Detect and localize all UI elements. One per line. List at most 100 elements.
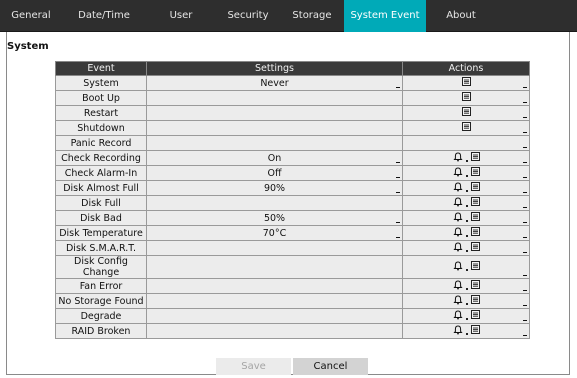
event-name-cell: RAID Broken — [55, 323, 147, 339]
bell-icon — [452, 151, 463, 165]
dropdown-indicator-icon — [523, 147, 527, 148]
system-event-table: Event Settings Actions System Never Boot U… — [55, 61, 530, 339]
event-actions-cell[interactable] — [402, 225, 530, 241]
dropdown-indicator-icon — [523, 237, 527, 238]
event-actions-cell[interactable] — [402, 150, 530, 166]
separator-dot — [465, 250, 468, 252]
dropdown-indicator-icon — [523, 177, 527, 178]
log-list-icon — [470, 227, 480, 239]
separator-dot — [465, 318, 468, 320]
separator-dot — [465, 175, 468, 177]
column-header-actions[interactable]: Actions — [402, 61, 530, 337]
action-icons — [452, 196, 480, 210]
log-list-icon — [470, 197, 480, 209]
event-settings-value: 50% — [263, 212, 286, 224]
event-actions-cell[interactable] — [402, 180, 530, 196]
table-row: Disk Temperature 70°C — [55, 225, 530, 241]
bell-icon — [452, 294, 463, 308]
event-actions-cell[interactable] — [402, 165, 530, 181]
event-settings-cell[interactable]: On — [146, 150, 403, 166]
bell-icon — [452, 226, 463, 240]
event-settings-cell[interactable]: Off — [146, 165, 403, 181]
separator-dot — [465, 235, 468, 237]
event-actions-cell[interactable] — [402, 293, 530, 309]
tab-about[interactable]: About — [426, 0, 496, 32]
log-list-icon — [470, 295, 480, 307]
cancel-button[interactable]: Cancel — [293, 358, 368, 375]
bell-icon — [452, 309, 463, 323]
dropdown-indicator-icon — [396, 177, 400, 178]
event-name-cell: Disk Full — [55, 195, 147, 211]
table-row: RAID Broken — [55, 323, 530, 339]
save-button[interactable]: Save — [216, 358, 291, 375]
dropdown-indicator-icon — [396, 162, 400, 163]
dropdown-indicator-icon — [396, 222, 400, 223]
tab-general[interactable]: General — [0, 0, 62, 32]
event-settings-value: Never — [260, 77, 289, 89]
bell-icon — [452, 196, 463, 210]
bell-icon — [452, 279, 463, 293]
log-list-icon — [470, 280, 480, 292]
event-settings-cell — [146, 255, 403, 279]
event-actions-cell[interactable] — [402, 240, 530, 256]
event-actions-cell[interactable] — [402, 308, 530, 324]
tab-storage[interactable]: Storage — [280, 0, 344, 32]
tab-user[interactable]: User — [146, 0, 216, 32]
event-settings-cell — [146, 105, 403, 121]
table-row: Degrade — [55, 308, 530, 324]
event-name-cell: Restart — [55, 105, 147, 121]
dropdown-indicator-icon — [523, 335, 527, 336]
event-settings-cell[interactable]: Never — [146, 75, 403, 91]
event-actions-cell[interactable] — [402, 323, 530, 339]
event-name-cell: Panic Record — [55, 135, 147, 151]
event-actions-cell[interactable] — [402, 120, 530, 136]
table-row: Shutdown — [55, 120, 530, 136]
separator-dot — [465, 303, 468, 305]
event-name-cell: System — [55, 75, 147, 91]
dropdown-indicator-icon — [523, 207, 527, 208]
dropdown-indicator-icon — [523, 320, 527, 321]
action-icons — [452, 324, 480, 338]
event-actions-cell[interactable] — [402, 278, 530, 294]
event-settings-cell[interactable]: 50% — [146, 210, 403, 226]
tab-security[interactable]: Security — [216, 0, 280, 32]
event-name-cell: Check Alarm-In — [55, 165, 147, 181]
event-actions-cell[interactable] — [402, 195, 530, 211]
event-name-cell: Disk Temperature — [55, 225, 147, 241]
table-header-row: Event Settings Actions — [55, 61, 530, 337]
log-list-icon — [470, 242, 480, 254]
table-row: Check Alarm-In Off — [55, 165, 530, 181]
event-settings-cell[interactable]: 70°C — [146, 225, 403, 241]
event-name-cell: Degrade — [55, 308, 147, 324]
action-icons — [452, 279, 480, 293]
dropdown-indicator-icon — [523, 87, 527, 88]
table-row: Disk S.M.A.R.T. — [55, 240, 530, 256]
event-settings-cell — [146, 278, 403, 294]
table-row: Fan Error — [55, 278, 530, 294]
event-actions-cell[interactable] — [402, 105, 530, 121]
column-header-actions-label: Actions — [448, 63, 484, 74]
log-list-icon — [470, 212, 480, 224]
event-actions-cell[interactable] — [402, 255, 530, 279]
event-settings-cell[interactable]: 90% — [146, 180, 403, 196]
column-header-settings: Settings — [146, 61, 403, 76]
event-actions-cell[interactable] — [402, 75, 530, 91]
action-icons — [452, 309, 480, 323]
log-list-icon — [461, 92, 471, 104]
bell-icon — [452, 181, 463, 195]
bell-icon — [452, 241, 463, 255]
separator-dot — [465, 160, 468, 162]
event-actions-cell[interactable] — [402, 135, 530, 151]
event-settings-cell — [146, 195, 403, 211]
dropdown-indicator-icon — [523, 162, 527, 163]
event-settings-value: On — [267, 152, 282, 164]
event-name-cell: Shutdown — [55, 120, 147, 136]
tab-system-event[interactable]: System Event — [344, 0, 426, 32]
tab-date-time[interactable]: Date/Time — [62, 0, 146, 32]
action-icons — [461, 77, 471, 89]
action-icons — [452, 151, 480, 165]
event-name-cell: Disk Config Change — [55, 255, 147, 279]
event-actions-cell[interactable] — [402, 90, 530, 106]
event-actions-cell[interactable] — [402, 210, 530, 226]
action-icons — [452, 181, 480, 195]
